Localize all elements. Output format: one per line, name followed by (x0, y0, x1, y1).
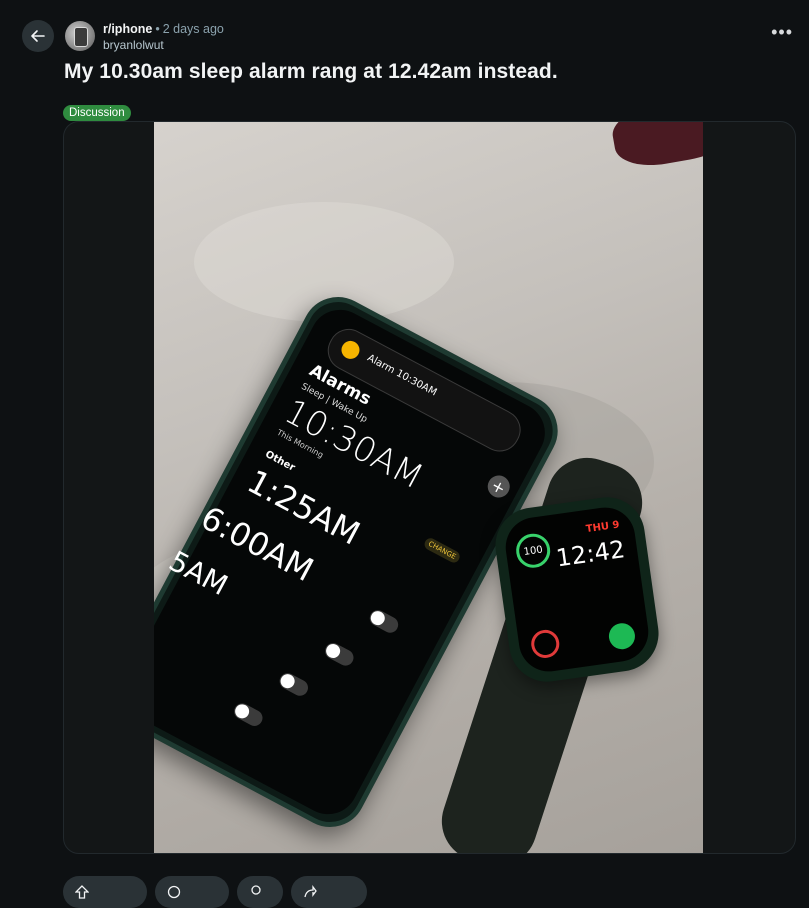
alarm-pill-text: Alarm 10:30AM (365, 352, 439, 399)
post-flair[interactable]: Discussion (63, 105, 131, 121)
back-button[interactable] (22, 20, 54, 52)
subreddit-name[interactable]: r/iphone (103, 22, 152, 36)
toggle-icon (322, 640, 357, 669)
post-image-container[interactable]: Alarm 10:30AM Alarms + Sleep | Wake Up 1… (63, 121, 796, 854)
alarm-clock-icon (338, 337, 363, 363)
more-options-button[interactable]: ••• (771, 22, 793, 42)
red-cloth-detail (608, 122, 703, 172)
ellipsis-icon: ••• (771, 22, 793, 42)
comments-button[interactable] (155, 876, 229, 908)
award-button[interactable] (237, 876, 283, 908)
toggle-icon (231, 700, 266, 729)
share-icon (304, 885, 317, 898)
apple-watch-photo: 100 THU 9 12:42 (490, 492, 664, 687)
activity-rings-icon (529, 628, 562, 660)
arrow-left-icon (31, 30, 45, 42)
post-time: 2 days ago (162, 22, 224, 36)
share-button[interactable] (291, 876, 367, 908)
post-meta: r/iphone • 2 days ago bryanlolwut (103, 21, 224, 53)
toggle-icon (366, 607, 401, 636)
change-label: CHANGE (422, 536, 462, 565)
award-icon (251, 885, 261, 895)
post-actions (63, 876, 367, 908)
toggle-icon (276, 670, 311, 699)
separator-dot: • (155, 22, 160, 36)
watch-ring: 100 (513, 531, 553, 570)
alarm-time-3: 5AM (163, 544, 234, 603)
vote-button[interactable] (63, 876, 147, 908)
plus-icon: + (483, 471, 514, 502)
author-name[interactable]: bryanlolwut (103, 37, 224, 53)
spotify-icon (607, 621, 637, 651)
comment-icon (167, 885, 181, 899)
post-title: My 10.30am sleep alarm rang at 12.42am i… (64, 60, 558, 83)
upvote-icon (75, 885, 89, 899)
watch-day: THU 9 (585, 519, 621, 536)
watch-time: 12:42 (554, 535, 627, 573)
post-photo: Alarm 10:30AM Alarms + Sleep | Wake Up 1… (154, 122, 703, 853)
subreddit-avatar[interactable] (65, 21, 95, 51)
